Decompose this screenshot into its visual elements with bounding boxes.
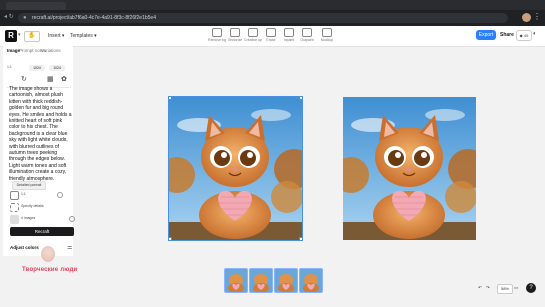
- selection-handle[interactable]: [169, 237, 172, 240]
- tab-variations[interactable]: Variations: [41, 48, 61, 53]
- palette-icon[interactable]: ✿: [61, 75, 67, 83]
- left-panel: Image Prompt notes Variations 1:1 1024 1…: [3, 46, 75, 256]
- chevron-down-icon[interactable]: ▾: [18, 32, 21, 38]
- grid-icon[interactable]: ▦: [47, 75, 54, 83]
- style-tag[interactable]: Detailed portrait: [12, 181, 46, 190]
- width-field[interactable]: 1024: [29, 65, 45, 71]
- thumbnail[interactable]: [249, 268, 273, 293]
- help-icon[interactable]: ?: [526, 283, 536, 293]
- share-button[interactable]: Share: [500, 32, 514, 38]
- kitten-thumbnail: [250, 269, 272, 292]
- app-toolbar: R ▾ ✋ Insert ▾ Templates ▾ Remove bg Vec…: [0, 26, 545, 47]
- option-row[interactable]: Specify details: [10, 203, 74, 213]
- url-text[interactable]: recraft.ai/project/ab7f6a0-4c7e-4a91-8f3…: [32, 14, 156, 22]
- kitten-illustration: [169, 97, 302, 240]
- option-row[interactable]: 4 images: [10, 215, 75, 225]
- height-field[interactable]: 1024: [49, 65, 65, 71]
- vectorize-icon: [230, 28, 240, 37]
- thumbnail[interactable]: [224, 268, 248, 293]
- option-row[interactable]: 1:1: [10, 191, 74, 201]
- address-bar[interactable]: ● recraft.ai/project/ab7f6a0-4c7e-4a91-8…: [18, 13, 508, 23]
- mockup-icon: [322, 28, 332, 37]
- refresh-icon[interactable]: ↻: [21, 75, 27, 83]
- thumbnail[interactable]: [299, 268, 323, 293]
- watermark-text: Творческие люди: [22, 267, 78, 273]
- browser-tab[interactable]: [6, 2, 66, 10]
- kitten-thumbnail: [275, 269, 297, 292]
- generated-image-1[interactable]: [168, 96, 303, 241]
- app-logo[interactable]: R: [5, 30, 17, 42]
- zoom-level[interactable]: 58%: [497, 284, 513, 294]
- kitten-illustration: [343, 97, 476, 240]
- undo-icon[interactable]: ↶: [478, 283, 482, 293]
- outpaint-icon: [302, 28, 312, 37]
- thumbnail-strip: [224, 268, 323, 293]
- option-label: Specify details: [21, 204, 44, 208]
- selection-handle[interactable]: [299, 97, 302, 100]
- browser-chrome: ◂ ↻ ● recraft.ai/project/ab7f6a0-4c7e-4a…: [0, 0, 545, 26]
- credits-badge[interactable]: ◆ 49: [516, 30, 532, 41]
- browser-profile-avatar[interactable]: [522, 13, 531, 22]
- tool-outpaint[interactable]: Outpaint: [296, 28, 318, 42]
- tool-mockup[interactable]: Mockup: [316, 28, 338, 42]
- minimap-icon[interactable]: ▭: [514, 283, 518, 293]
- panel-tabs: Image Prompt notes Variations: [3, 46, 67, 56]
- tool-label: Mockup: [320, 38, 334, 42]
- size-controls: 1:1 1024 1024: [7, 64, 71, 72]
- watermark-avatar: [41, 246, 55, 262]
- thumbnail[interactable]: [274, 268, 298, 293]
- export-button[interactable]: Export: [476, 30, 496, 40]
- insert-menu[interactable]: Insert ▾: [48, 33, 64, 39]
- templates-menu-label: Templates: [70, 33, 93, 39]
- selection-handle[interactable]: [299, 237, 302, 240]
- generated-image-2[interactable]: [343, 97, 476, 240]
- templates-menu[interactable]: Templates ▾: [70, 33, 97, 39]
- erase-icon: [266, 28, 276, 37]
- ratio-label: 1:1: [7, 65, 12, 69]
- credits-count: 49: [523, 33, 529, 38]
- arrow-left-icon[interactable]: ◂: [4, 14, 7, 20]
- inpaint-icon: [284, 28, 294, 37]
- lock-icon: ●: [23, 15, 27, 21]
- kitten-thumbnail: [225, 269, 247, 292]
- option-label: 1:1: [21, 192, 26, 196]
- browser-nav[interactable]: ◂ ↻: [4, 13, 14, 20]
- reload-icon[interactable]: ↻: [9, 14, 14, 20]
- toggle[interactable]: [57, 192, 63, 198]
- prompt-description[interactable]: The image shows a cartoonish, almost plu…: [9, 86, 73, 182]
- redo-icon[interactable]: ↷: [486, 283, 490, 293]
- panel-icon-row: ↻ ▦ ✿: [7, 75, 71, 85]
- toggle[interactable]: [69, 216, 75, 222]
- images-count-icon: [10, 215, 19, 224]
- option-label: 4 images: [21, 216, 36, 220]
- remove-bg-icon: [212, 28, 222, 37]
- browser-tabstrip: [0, 0, 545, 10]
- browser-menu-icon[interactable]: ⋮: [533, 12, 541, 21]
- tool-label: Outpaint: [300, 38, 314, 42]
- hand-tool-icon[interactable]: ✋: [24, 31, 40, 42]
- sliders-icon[interactable]: ⚌: [67, 244, 72, 251]
- recraft-button[interactable]: Recraft: [10, 227, 74, 236]
- square-icon: [10, 191, 19, 200]
- adjust-colors[interactable]: Adjust colors: [10, 245, 39, 250]
- upscale-icon: [248, 28, 258, 37]
- details-icon: [10, 203, 19, 212]
- kitten-thumbnail: [300, 269, 322, 292]
- profile-menu-icon[interactable]: ◐: [533, 31, 537, 37]
- insert-menu-label: Insert: [48, 33, 61, 39]
- selection-handle[interactable]: [169, 97, 172, 100]
